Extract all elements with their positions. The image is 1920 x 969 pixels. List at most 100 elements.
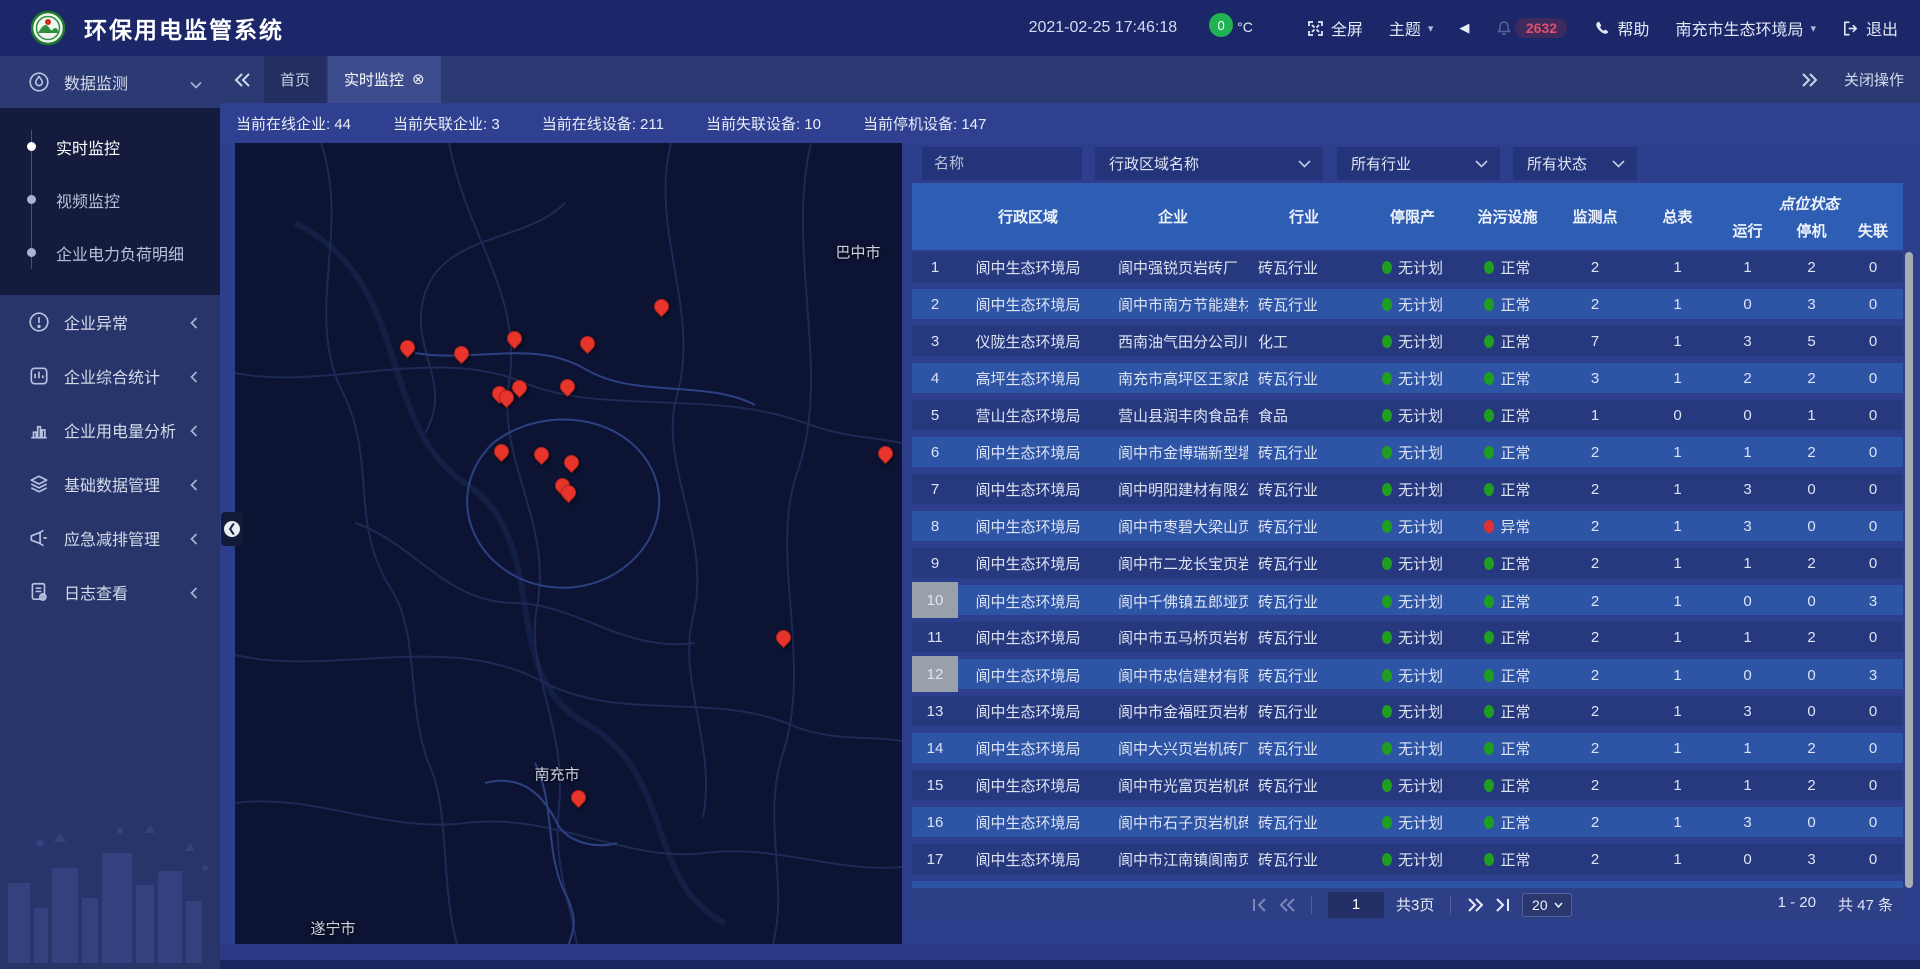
alerts-widget[interactable]: 2632 (1495, 18, 1567, 38)
sidebar-item-label: 企业用电量分析 (64, 418, 190, 442)
table-row[interactable]: 7阆中生态环境局阆中明阳建材有限公司砖瓦行业无计划正常21300 (912, 474, 1903, 504)
cell-region: 阆中生态环境局 (958, 844, 1098, 874)
sidebar-subitem-1[interactable]: 视频监控 (0, 173, 220, 226)
tab-close-icon[interactable]: ⊗ (412, 72, 425, 87)
table-row[interactable]: 18南部生态环境局南部县砚化土砖有限公建材加工无计划正常60060 (912, 881, 1903, 888)
limit-status-label: 无计划 (1398, 368, 1443, 389)
facility-status-label: 正常 (1500, 257, 1530, 278)
cell-industry: 砖瓦行业 (1248, 474, 1360, 504)
sidebar-item-5[interactable]: 应急减排管理 (0, 511, 220, 565)
page-size-select[interactable]: 20 (1522, 893, 1572, 917)
table-row[interactable]: 17阆中生态环境局阆中市江南镇阆南页岩砖瓦行业无计划正常21030 (912, 844, 1903, 874)
table-row[interactable]: 11阆中生态环境局阆中市五马桥页岩机砖砖瓦行业无计划正常21120 (912, 622, 1903, 652)
sidebar-item-4[interactable]: 基础数据管理 (0, 457, 220, 511)
cell-meters: 1 (1640, 770, 1715, 800)
tab-0[interactable]: 首页 (264, 56, 326, 103)
close-operations-button[interactable]: 关闭操作 (1844, 69, 1904, 90)
cell-facility-status: 正常 (1465, 400, 1550, 430)
next-page-icon[interactable] (1467, 898, 1483, 912)
cell-points: 3 (1550, 363, 1640, 393)
status-filter-select[interactable]: 所有状态 (1513, 147, 1637, 180)
layers-icon (28, 473, 50, 495)
table-row[interactable]: 14阆中生态环境局阆中大兴页岩机砖厂砖瓦行业无计划正常21120 (912, 733, 1903, 763)
cell-run: 0 (1715, 659, 1780, 692)
org-menu-button[interactable]: 南充市生态环境局 ▾ (1675, 16, 1816, 40)
cell-industry: 建材加工 (1248, 881, 1360, 888)
phone-icon (1593, 20, 1610, 37)
sidebar-item-2[interactable]: 企业综合统计 (0, 349, 220, 403)
temperature-widget: 0 °C (1209, 19, 1253, 37)
cell-meters: 0 (1640, 400, 1715, 430)
sidebar-item-label: 数据监测 (64, 70, 190, 94)
chevron-down-icon (1298, 155, 1311, 172)
sidebar-collapse-handle[interactable]: ❮ (221, 512, 243, 546)
limit-status-label: 无计划 (1398, 405, 1443, 426)
cell-industry: 砖瓦行业 (1248, 437, 1360, 467)
fullscreen-icon (1307, 20, 1324, 37)
cell-limit-status: 无计划 (1360, 770, 1465, 800)
table-row[interactable]: 2阆中生态环境局阆中市南方节能建材有砖瓦行业无计划正常21030 (912, 289, 1903, 319)
status-dot-green (1382, 705, 1392, 718)
sidebar-item-6[interactable]: 日志查看 (0, 565, 220, 619)
table-row[interactable]: 9阆中生态环境局阆中市二龙长宝页岩砖砖瓦行业无计划正常21120 (912, 548, 1903, 578)
sidebar-item-1[interactable]: 企业异常 (0, 295, 220, 349)
table-row[interactable]: 1阆中生态环境局阆中强锐页岩砖厂砖瓦行业无计划正常21120 (912, 252, 1903, 282)
cell-lost: 0 (1843, 733, 1903, 763)
cell-company: 阆中明阳建材有限公司 (1098, 474, 1248, 504)
help-button[interactable]: 帮助 (1593, 16, 1649, 40)
limit-status-label: 无计划 (1398, 665, 1443, 686)
cell-meters: 1 (1640, 363, 1715, 393)
theme-button[interactable]: 主题 ▾ (1389, 16, 1434, 40)
table-row[interactable]: 13阆中生态环境局阆中市金福旺页岩机砖砖瓦行业无计划正常21300 (912, 696, 1903, 726)
cell-facility-status: 正常 (1465, 585, 1550, 618)
tabs-scroll-right-icon[interactable] (1802, 73, 1818, 87)
prev-page-icon[interactable] (1279, 898, 1295, 912)
cell-region: 高坪生态环境局 (958, 363, 1098, 393)
cell-company: 阆中市金福旺页岩机砖 (1098, 696, 1248, 726)
table-row[interactable]: 8阆中生态环境局阆中市枣碧大梁山页岩砖瓦行业无计划异常21300 (912, 511, 1903, 541)
table-row[interactable]: 6阆中生态环境局阆中市金博瑞新型墙材砖瓦行业无计划正常21120 (912, 437, 1903, 467)
sidebar-item-0[interactable]: 数据监测 (0, 56, 220, 108)
name-search-input[interactable] (922, 147, 1082, 180)
table-row[interactable]: 4高坪生态环境局南充市高坪区王家店建砖瓦行业无计划正常31220 (912, 363, 1903, 393)
status-dot-green (1382, 779, 1392, 792)
cell-company: 阆中市金博瑞新型墙材 (1098, 437, 1248, 467)
table-row[interactable]: 15阆中生态环境局阆中市光富页岩机砖厂砖瓦行业无计划正常21120 (912, 770, 1903, 800)
app-header: 环保用电监管系统 2021-02-25 17:46:18 0 °C 全屏 主题 … (0, 0, 1920, 56)
tabs-scroll-left-icon[interactable] (220, 56, 264, 103)
cell-stop: 3 (1780, 289, 1843, 319)
table-row[interactable]: 16阆中生态环境局阆中市石子页岩机砖厂砖瓦行业无计划正常21300 (912, 807, 1903, 837)
header-subcolumns: 运行停机失联 (1715, 220, 1903, 241)
sidebar-menu: 数据监测实时监控视频监控企业电力负荷明细企业异常企业综合统计企业用电量分析基础数… (0, 56, 220, 619)
status-dot-green (1382, 446, 1392, 459)
table-row[interactable]: 5营山生态环境局营山县润丰肉食品有限食品无计划正常10010 (912, 400, 1903, 430)
city-label: 遂宁市 (310, 918, 355, 939)
tabbar-right: 关闭操作 (1802, 56, 1920, 103)
region-filter-select[interactable]: 行政区域名称 (1095, 147, 1323, 180)
first-page-icon[interactable] (1252, 898, 1267, 912)
map-panel[interactable]: 巴中市南充市遂宁市 (235, 143, 902, 944)
page-number-input[interactable] (1328, 892, 1384, 918)
stat-item-2: 当前在线设备: 211 (542, 113, 664, 134)
last-page-icon[interactable] (1495, 898, 1510, 912)
table-row[interactable]: 3仪陇生态环境局西南油气田分公司川中化工无计划正常71350 (912, 326, 1903, 356)
sidebar-item-3[interactable]: 企业用电量分析 (0, 403, 220, 457)
sidebar-subitem-2[interactable]: 企业电力负荷明细 (0, 226, 220, 279)
cell-lost: 3 (1843, 659, 1903, 692)
sidebar-subitem-0[interactable]: 实时监控 (0, 120, 220, 173)
industry-filter-select[interactable]: 所有行业 (1337, 147, 1500, 180)
table-scrollbar[interactable] (1905, 252, 1913, 888)
fullscreen-button[interactable]: 全屏 (1307, 16, 1363, 40)
mute-button[interactable]: ◀ (1459, 20, 1469, 36)
tab-1[interactable]: 实时监控⊗ (328, 56, 441, 103)
logout-button[interactable]: 退出 (1842, 16, 1898, 40)
cell-company: 阆中市二龙长宝页岩砖 (1098, 548, 1248, 578)
header-subcell-1: 停机 (1780, 220, 1843, 241)
status-dot-green (1382, 298, 1392, 311)
cell-meters: 1 (1640, 474, 1715, 504)
header-group-point-status: 点位状态运行停机失联 (1715, 183, 1903, 250)
table-row[interactable]: 10阆中生态环境局阆中千佛镇五郎垭页岩砖瓦行业无计划正常21003 (912, 585, 1903, 615)
cell-limit-status: 无计划 (1360, 881, 1465, 888)
table-row[interactable]: 12阆中生态环境局阆中市忠信建材有限公砖瓦行业无计划正常21003 (912, 659, 1903, 689)
cell-lost: 0 (1843, 252, 1903, 282)
